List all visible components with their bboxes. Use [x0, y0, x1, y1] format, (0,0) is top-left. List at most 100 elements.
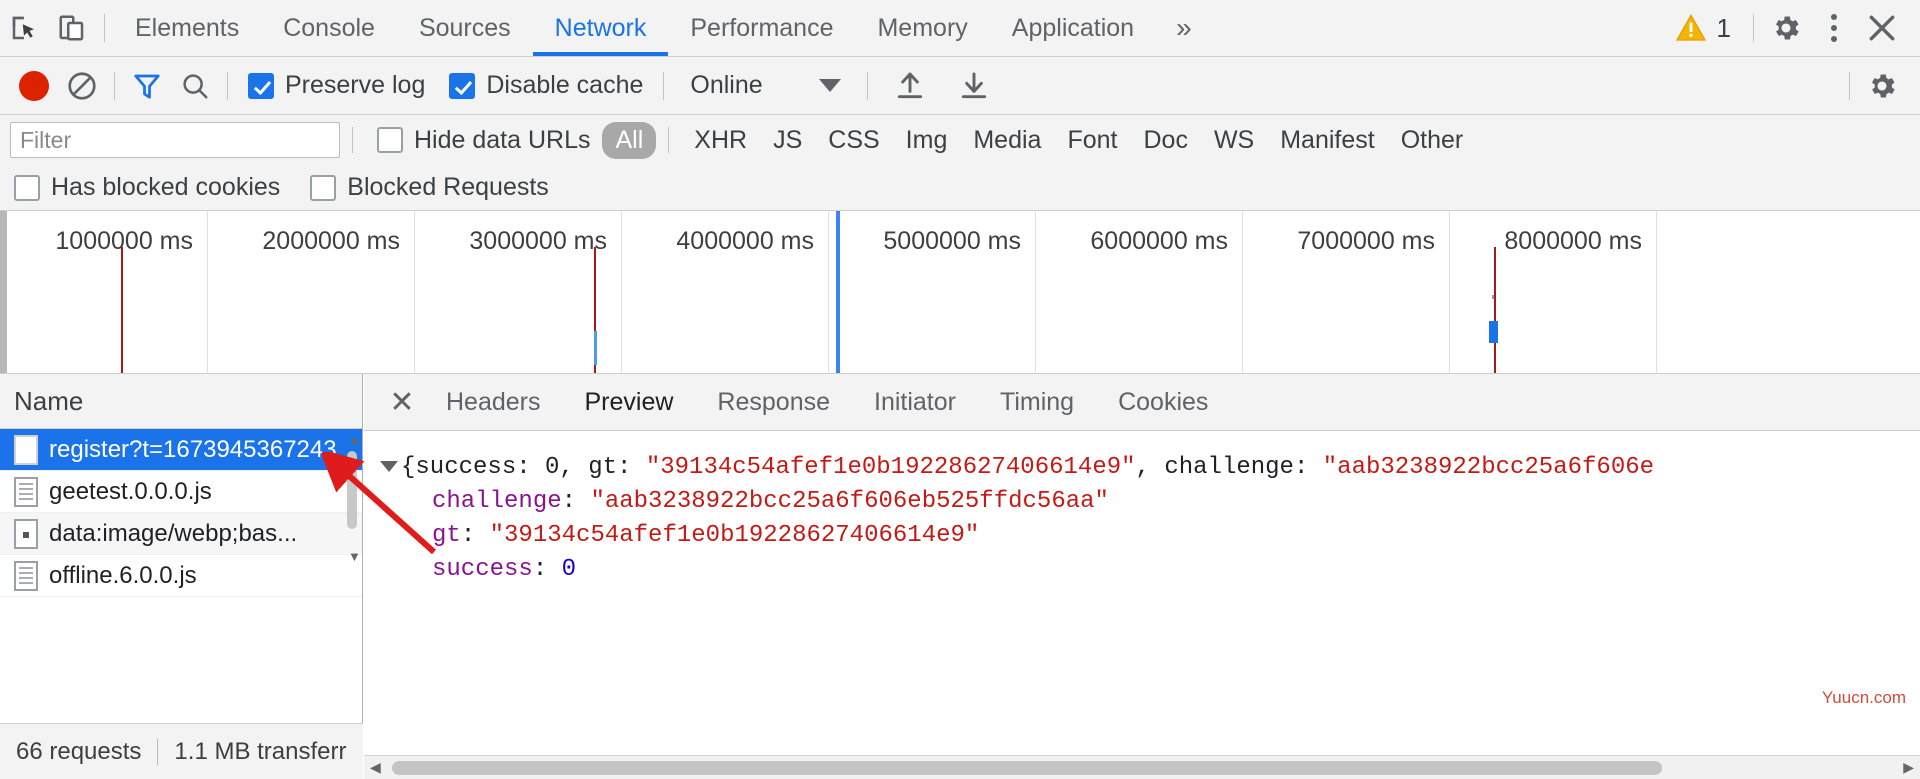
tab-response[interactable]: Response — [695, 374, 852, 430]
overview-divider — [1656, 211, 1657, 373]
json-preview-viewer[interactable]: {success: 0, gt: "39134c54afef1e0b192286… — [364, 431, 1920, 751]
tab-network[interactable]: Network — [532, 0, 669, 56]
import-har-icon[interactable] — [886, 62, 934, 110]
warning-triangle-icon — [1675, 13, 1706, 41]
type-filter-other[interactable]: Other — [1388, 122, 1477, 159]
has-blocked-cookies-label: Has blocked cookies — [51, 173, 281, 201]
resource-type-filters: All XHR JS CSS Img Media Font Doc WS Man… — [602, 121, 1477, 159]
preserve-log-checkbox[interactable]: Preserve log — [236, 71, 437, 100]
has-blocked-cookies-box-icon — [14, 174, 40, 201]
request-rows[interactable]: register?t=1673945367243 geetest.0.0.0.j… — [0, 429, 362, 722]
overview-left-grip[interactable] — [0, 211, 7, 373]
filter-divider-1 — [352, 127, 353, 153]
request-summary-bar: 66 requests 1.1 MB transferr — [0, 723, 363, 779]
tab-console[interactable]: Console — [261, 0, 397, 56]
tab-headers[interactable]: Headers — [424, 374, 563, 430]
disable-cache-box-icon — [449, 72, 476, 99]
tab-memory[interactable]: Memory — [855, 0, 989, 56]
table-row[interactable]: data:image/webp;bas... — [0, 513, 362, 555]
type-filter-xhr[interactable]: XHR — [681, 122, 760, 159]
type-filter-media[interactable]: Media — [960, 122, 1054, 159]
json-colon: : — [561, 488, 591, 515]
hide-data-urls-checkbox[interactable]: Hide data URLs — [365, 126, 602, 155]
json-summary-gt: "39134c54afef1e0b19228627406614e9" — [645, 454, 1136, 481]
tab-cookies[interactable]: Cookies — [1096, 374, 1230, 430]
blocked-requests-checkbox[interactable]: Blocked Requests — [292, 173, 561, 202]
gear-icon[interactable] — [1762, 4, 1810, 52]
filter-funnel-icon[interactable] — [123, 62, 171, 110]
js-file-icon — [14, 560, 38, 591]
table-row[interactable]: offline.6.0.0.js — [0, 555, 362, 597]
device-toolbar-icon[interactable] — [48, 4, 96, 52]
table-row[interactable]: register?t=1673945367243 — [0, 429, 362, 471]
tab-initiator[interactable]: Initiator — [852, 374, 978, 430]
type-filter-font[interactable]: Font — [1054, 122, 1130, 159]
type-filter-manifest[interactable]: Manifest — [1267, 122, 1387, 159]
request-list-scrollbar[interactable]: ▲ ▼ — [345, 433, 361, 563]
network-timeline-overview[interactable]: 1000000 ms 2000000 ms 3000000 ms 4000000… — [0, 211, 1920, 374]
scroll-left-arrow-icon[interactable]: ◀ — [370, 760, 381, 774]
clear-button[interactable] — [58, 62, 106, 110]
tab-cookies-label: Cookies — [1118, 387, 1209, 416]
table-row[interactable]: geetest.0.0.0.js — [0, 471, 362, 513]
close-panel-icon[interactable]: ✕ — [380, 380, 424, 424]
overview-divider — [1242, 211, 1243, 373]
scroll-up-arrow-icon[interactable]: ▲ — [348, 433, 361, 446]
type-filter-img[interactable]: Img — [893, 122, 961, 159]
overview-small-tick — [1492, 295, 1494, 299]
has-blocked-cookies-checkbox[interactable]: Has blocked cookies — [14, 173, 292, 202]
scrollbar-thumb[interactable] — [347, 451, 357, 529]
tab-application[interactable]: Application — [990, 0, 1156, 56]
image-file-icon — [14, 518, 38, 549]
throttling-dropdown[interactable]: Online — [672, 71, 858, 100]
blocked-requests-label: Blocked Requests — [347, 173, 549, 201]
scroll-down-arrow-icon[interactable]: ▼ — [348, 550, 361, 563]
more-tabs-chevron-icon[interactable]: » — [1156, 14, 1212, 42]
blocked-requests-box-icon — [310, 174, 337, 201]
disable-cache-label: Disable cache — [486, 71, 644, 99]
request-name: geetest.0.0.0.js — [49, 477, 212, 505]
overview-divider — [1449, 211, 1450, 373]
overview-tick-label: 1000000 ms — [55, 227, 193, 255]
json-value-gt: "39134c54afef1e0b19228627406614e9" — [489, 522, 980, 549]
tab-timing[interactable]: Timing — [978, 374, 1096, 430]
tab-preview[interactable]: Preview — [563, 374, 696, 430]
inspect-element-icon[interactable] — [0, 4, 48, 52]
filter-input[interactable] — [10, 122, 340, 158]
request-column-header[interactable]: Name — [0, 374, 362, 429]
scroll-right-arrow-icon[interactable]: ▶ — [1903, 760, 1914, 774]
type-filter-all[interactable]: All — [602, 121, 657, 159]
request-detail-pane: ✕ Headers Preview Response Initiator Tim… — [364, 374, 1920, 779]
disable-cache-checkbox[interactable]: Disable cache — [437, 71, 655, 100]
tab-performance[interactable]: Performance — [668, 0, 855, 56]
kebab-menu-icon[interactable] — [1810, 4, 1858, 52]
type-filter-doc[interactable]: Doc — [1130, 122, 1200, 159]
tab-elements[interactable]: Elements — [113, 0, 261, 56]
devtools-tab-bar: Elements Console Sources Network Perform… — [0, 0, 1920, 57]
json-colon: : — [460, 522, 490, 549]
type-filter-css[interactable]: CSS — [815, 122, 892, 159]
tab-elements-label: Elements — [135, 13, 240, 42]
record-button[interactable] — [10, 62, 58, 110]
overview-divider — [828, 211, 829, 373]
json-summary-challenge: "aab3238922bcc25a6f606e — [1322, 454, 1655, 481]
export-har-icon[interactable] — [950, 62, 998, 110]
chevron-down-icon — [818, 79, 841, 92]
tab-sources[interactable]: Sources — [397, 0, 533, 56]
expand-triangle-icon[interactable] — [380, 461, 398, 473]
json-summary-line[interactable]: {success: 0, gt: "39134c54afef1e0b192286… — [380, 451, 1920, 485]
kebab-dot-3 — [1831, 36, 1837, 42]
type-filter-ws[interactable]: WS — [1201, 122, 1267, 159]
tab-response-label: Response — [717, 387, 830, 416]
js-file-icon — [14, 476, 38, 507]
network-settings-gear-icon[interactable] — [1858, 62, 1906, 110]
xhr-file-icon — [14, 434, 38, 465]
search-icon[interactable] — [171, 62, 219, 110]
hscrollbar-thumb[interactable] — [392, 761, 1662, 775]
warning-indicator[interactable]: 1 — [1661, 12, 1745, 44]
detail-horizontal-scrollbar[interactable]: ◀ ▶ — [364, 755, 1920, 779]
close-icon[interactable] — [1858, 4, 1906, 52]
type-filter-js[interactable]: JS — [760, 122, 815, 159]
overview-divider — [207, 211, 208, 373]
tab-preview-label: Preview — [584, 387, 674, 416]
